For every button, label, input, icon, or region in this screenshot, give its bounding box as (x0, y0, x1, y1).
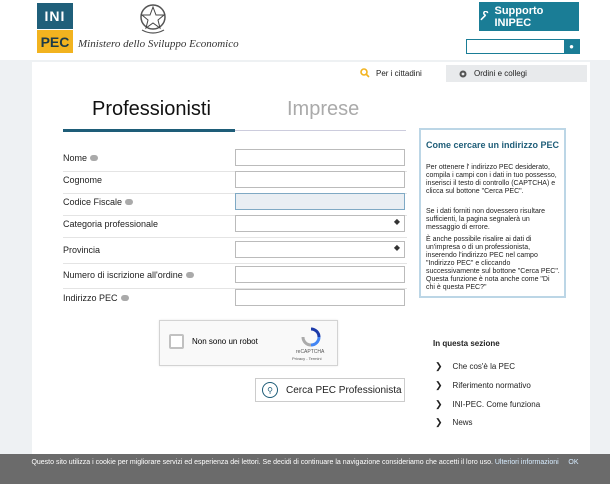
cookie-banner: Questo sito utilizza i cookie per miglio… (0, 454, 610, 484)
provincia-label-text: Provincia (63, 245, 101, 255)
recaptcha-logo-icon (301, 327, 321, 347)
numero-iscrizione-field[interactable] (235, 266, 405, 283)
cerca-pec-label: Cerca PEC Professionista (286, 384, 402, 396)
provincia-select[interactable] (235, 241, 405, 258)
active-tab-indicator (63, 129, 235, 132)
form-row-numero-iscrizione: Numero di iscrizione all'ordine (63, 266, 407, 289)
search-icon (360, 68, 370, 78)
site-search-input[interactable]: ● (466, 39, 580, 54)
tab-divider (235, 130, 406, 131)
section-title: In questa sezione (433, 339, 500, 348)
nome-label: Nome (63, 153, 99, 163)
nome-label-text: Nome (63, 153, 88, 163)
section-link-pec[interactable]: ❯ Che cos'è la PEC (435, 361, 515, 372)
section-link-label: News (452, 418, 473, 427)
info-paragraph-2: Se i dati forniti non dovessero risultar… (426, 208, 546, 231)
section-link-label: INI-PEC. Come funziona (452, 400, 541, 409)
gear-icon (459, 70, 467, 77)
section-link-label: Riferimento normativo (452, 381, 531, 390)
form-row-codice-fiscale: Codice Fiscale (63, 193, 407, 216)
form-row-cognome: Cognome (63, 171, 407, 194)
section-link-label: Che cos'è la PEC (452, 362, 515, 371)
nome-field[interactable] (235, 149, 405, 166)
chevron-right-icon: ❯ (435, 417, 443, 427)
recaptcha-checkbox[interactable] (169, 334, 184, 349)
nav-cittadini[interactable]: Per i cittadini (360, 65, 422, 81)
numero-iscrizione-label-text: Numero di iscrizione all'ordine (63, 270, 183, 280)
help-icon[interactable] (120, 295, 129, 301)
codice-fiscale-label-text: Codice Fiscale (63, 197, 123, 207)
form-row-provincia: Provincia (63, 241, 407, 264)
cognome-field[interactable] (235, 171, 405, 188)
republic-emblem-icon (140, 4, 166, 34)
cookie-text: Questo sito utilizza i cookie per miglio… (31, 459, 493, 466)
codice-fiscale-label: Codice Fiscale (63, 197, 134, 207)
recaptcha-label: Non sono un robot (192, 337, 258, 346)
indirizzo-pec-label-text: Indirizzo PEC (63, 293, 118, 303)
form-row-nome: Nome (63, 149, 407, 172)
tab-imprese[interactable]: Imprese (287, 98, 359, 121)
help-icon[interactable] (125, 199, 134, 205)
tab-professionisti[interactable]: Professionisti (92, 98, 211, 121)
cognome-label: Cognome (63, 175, 102, 185)
help-icon[interactable] (185, 272, 194, 278)
form-row-categoria: Categoria professionale (63, 215, 407, 238)
info-box: Come cercare un indirizzo PEC Per ottene… (419, 128, 566, 298)
chevron-right-icon: ❯ (435, 361, 443, 371)
cookie-ok-button[interactable]: OK (568, 459, 578, 466)
chevron-right-icon: ❯ (435, 399, 443, 409)
help-icon[interactable] (90, 155, 99, 161)
nav-ordini[interactable]: Ordini e collegi (446, 65, 587, 82)
form-row-indirizzo-pec: Indirizzo PEC (63, 289, 407, 311)
info-title: Come cercare un indirizzo PEC (426, 140, 560, 150)
categoria-label-text: Categoria professionale (63, 219, 159, 229)
numero-iscrizione-label: Numero di iscrizione all'ordine (63, 270, 194, 280)
recaptcha-brand: reCAPTCHA (296, 349, 325, 355)
inipec-logo[interactable]: INI PEC (37, 3, 73, 53)
nav-cittadini-label: Per i cittadini (376, 68, 422, 78)
indirizzo-pec-field[interactable] (235, 289, 405, 306)
chevron-right-icon: ❯ (435, 380, 443, 390)
info-paragraph-1: Per ottenere l' indirizzo PEC desiderato… (426, 164, 557, 195)
indirizzo-pec-label: Indirizzo PEC (63, 293, 129, 303)
top-header: INI PEC Ministero dello Sviluppo Economi… (0, 0, 610, 60)
logo-pec: PEC (37, 30, 73, 53)
search-icon[interactable]: ● (564, 40, 579, 53)
recaptcha-widget: Non sono un robot reCAPTCHA Privacy - Te… (159, 320, 338, 366)
cerca-pec-button[interactable]: ⚲ Cerca PEC Professionista (255, 378, 405, 402)
section-link-normativo[interactable]: ❯ Riferimento normativo (435, 380, 531, 391)
wrench-icon (480, 11, 489, 21)
cognome-label-text: Cognome (63, 175, 103, 185)
search-icon: ⚲ (262, 382, 278, 398)
provincia-label: Provincia (63, 245, 100, 255)
support-inipec-button[interactable]: Supporto INIPEC (479, 2, 579, 31)
categoria-select[interactable] (235, 215, 405, 232)
section-link-news[interactable]: ❯ News (435, 417, 473, 428)
info-paragraph-3: È anche possibile risalire ai dati di un… (426, 236, 560, 291)
section-link-come-funziona[interactable]: ❯ INI-PEC. Come funziona (435, 399, 540, 410)
nav-ordini-label: Ordini e collegi (474, 69, 527, 78)
categoria-label: Categoria professionale (63, 219, 158, 229)
recaptcha-terms-link[interactable]: Privacy - Termini (292, 356, 322, 361)
codice-fiscale-field[interactable] (235, 193, 405, 210)
support-label: Supporto INIPEC (494, 4, 544, 29)
cookie-more-link[interactable]: Ulteriori informazioni (495, 459, 559, 466)
ministry-name: Ministero dello Sviluppo Economico (78, 38, 239, 50)
logo-ini: INI (37, 3, 73, 29)
